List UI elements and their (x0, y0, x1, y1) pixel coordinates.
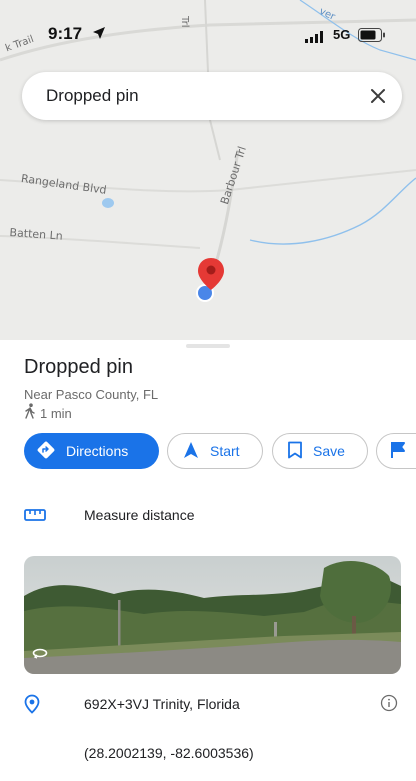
save-button[interactable]: Save (272, 433, 368, 469)
street-view-photo[interactable] (24, 556, 401, 674)
place-title: Dropped pin (24, 356, 133, 378)
close-icon[interactable] (364, 82, 392, 110)
panorama-icon (32, 646, 48, 664)
start-label: Start (210, 443, 240, 459)
navigation-arrow-icon (182, 441, 200, 462)
address-row[interactable]: 692X+3VJ Trinity, Florida (24, 694, 404, 716)
walk-time-row: 1 min (24, 402, 72, 424)
ruler-icon (24, 508, 46, 527)
walking-icon (24, 402, 36, 424)
action-buttons: Directions Start Save (24, 433, 416, 471)
sheet-drag-handle[interactable] (186, 344, 230, 348)
map-view[interactable]: Rangeland Blvd Batten Ln Barbour Trl k T… (0, 0, 416, 345)
label-button[interactable] (376, 433, 416, 469)
battery-icon (358, 28, 386, 47)
search-bar[interactable]: Dropped pin (22, 72, 402, 120)
flag-icon (389, 441, 407, 462)
location-arrow-icon (92, 26, 106, 45)
directions-label: Directions (66, 443, 129, 459)
bookmark-icon (287, 441, 303, 462)
network-type: 5G (333, 27, 351, 42)
coordinates[interactable]: (28.2002139, -82.6003536) (84, 745, 254, 761)
place-sheet[interactable]: Dropped pin Near Pasco County, FL 1 min … (0, 340, 416, 781)
directions-button[interactable]: Directions (24, 433, 159, 469)
measure-distance-label: Measure distance (84, 507, 195, 523)
start-button[interactable]: Start (167, 433, 263, 469)
info-icon[interactable] (380, 694, 398, 717)
plus-code-address[interactable]: 692X+3VJ Trinity, Florida (84, 696, 240, 712)
place-subtitle: Near Pasco County, FL (24, 387, 159, 402)
walk-time: 1 min (40, 405, 72, 421)
location-pin-icon (24, 694, 40, 718)
signal-icon (305, 30, 327, 48)
status-bar: 9:17 5G (0, 22, 416, 50)
directions-icon (36, 440, 56, 463)
search-title[interactable]: Dropped pin (46, 86, 139, 106)
status-time: 9:17 (48, 24, 83, 43)
save-label: Save (313, 443, 345, 459)
measure-distance-row[interactable]: Measure distance (24, 507, 195, 527)
